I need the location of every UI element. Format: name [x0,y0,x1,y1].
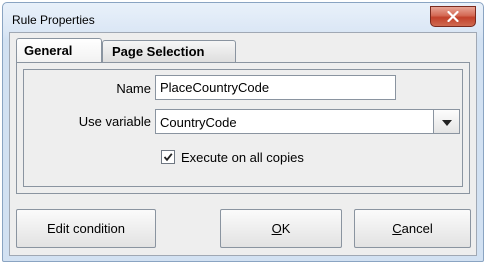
name-label: Name [116,81,151,96]
rule-properties-dialog: Rule Properties General Page Selection N… [2,2,484,262]
tab-page-selection-label: Page Selection [112,44,205,59]
tab-general[interactable]: General [16,38,102,62]
execute-on-all-copies-row[interactable]: Execute on all copies [161,148,304,166]
dropdown-button[interactable] [433,110,459,133]
execute-on-all-copies-checkbox[interactable] [161,150,175,164]
tab-general-label: General [24,43,73,58]
cancel-mnemonic: C [392,221,402,236]
chevron-down-icon [441,114,452,129]
general-group-box: Name Use variable CountryCode [23,69,463,187]
close-icon [447,11,459,22]
cancel-label: Cancel [392,221,432,236]
use-variable-label: Use variable [78,114,151,129]
dialog-body: General Page Selection Name Use variable… [9,32,477,256]
execute-on-all-copies-label: Execute on all copies [181,149,304,165]
checkmark-icon [163,150,173,165]
tab-page-selection[interactable]: Page Selection [102,40,236,62]
ok-button[interactable]: OK [220,209,342,248]
edit-condition-label: Edit condition [46,221,126,236]
cancel-label-rest: ancel [401,221,433,236]
ok-label: OK [272,221,291,236]
ok-mnemonic: O [271,221,282,236]
close-button[interactable] [430,6,476,27]
use-variable-value: CountryCode [160,115,237,130]
ok-label-rest: K [281,221,291,236]
edit-condition-button[interactable]: Edit condition [16,209,156,248]
general-tab-panel: Name Use variable CountryCode [16,62,470,194]
window-title: Rule Properties [12,13,95,27]
cancel-button[interactable]: Cancel [354,209,471,248]
name-input[interactable] [155,75,396,100]
use-variable-select[interactable]: CountryCode [155,109,460,134]
